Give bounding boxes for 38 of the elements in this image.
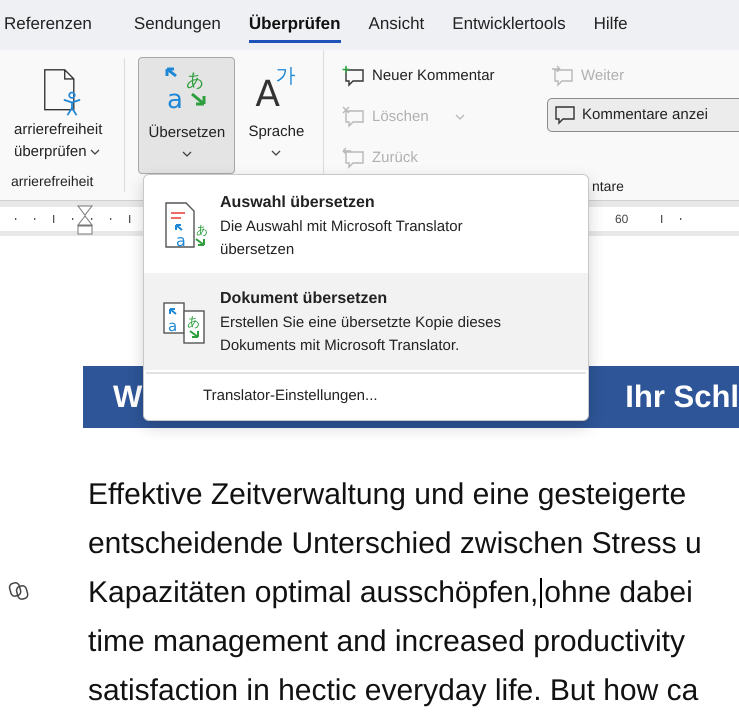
new-comment-icon xyxy=(342,65,366,87)
translate-button[interactable]: a あ Übersetzen xyxy=(138,57,236,174)
translator-settings-item[interactable]: Translator-Einstellungen... xyxy=(144,376,588,416)
chevron-icon xyxy=(182,150,192,156)
group-label: ntare xyxy=(592,177,624,196)
group-label: arrierefreiheit xyxy=(10,172,94,191)
menu-item[interactable]: a あ Auswahl übersetzen Die Auswahl mit Microsoft Translator übersetzen xyxy=(144,179,588,273)
paragraph-line: Kapazitäten optimal ausschöpfen, xyxy=(88,575,538,611)
ribbon-tab[interactable]: Ansicht xyxy=(368,7,424,43)
paragraph-line: satisfaction in hectic everyday life. But how ca xyxy=(88,673,698,709)
delete-comment-icon xyxy=(342,106,366,128)
ribbon-tab[interactable]: Entwicklertools xyxy=(452,7,566,43)
show-comments-button[interactable]: Kommentare anzei xyxy=(547,98,739,132)
previous-comment-icon xyxy=(342,147,366,169)
heading-text: Ihr Schl xyxy=(625,378,739,416)
ribbon-tab[interactable]: Hilfe xyxy=(594,7,628,43)
next-comment-icon xyxy=(551,65,575,87)
paragraph-line: ohne dabei xyxy=(544,575,693,611)
ribbon-tab[interactable]: Referenzen xyxy=(4,7,92,43)
ribbon-tab[interactable]: Sendungen xyxy=(134,7,221,43)
ribbon-tab[interactable]: Überprüfen xyxy=(248,7,340,43)
comment-icon xyxy=(554,105,576,125)
menu-item-title: Auswahl übersetzen xyxy=(220,193,376,213)
chevron-icon xyxy=(454,114,465,120)
menu-item-title: Dokument übersetzen xyxy=(220,289,388,309)
new-comment-button[interactable]: Neuer Kommentar xyxy=(342,64,547,88)
paragraph-line: entscheidende Unterschied zwischen Stress u xyxy=(88,526,702,562)
menu-item-description: Erstellen Sie eine übersetzte Kopie dieses Dokuments mit Microsoft Translator. xyxy=(220,313,502,356)
menu-item[interactable]: a あ Dokument übersetzen Erstellen Sie eine übersetzte Kopie dieses Dokuments mit Microsoft Translator. xyxy=(144,273,588,370)
paragraph-line: time management and increased productivity xyxy=(88,624,685,660)
menu-item-description: Die Auswahl mit Microsoft Translator übersetzen xyxy=(220,217,464,260)
chevron-icon xyxy=(271,150,282,156)
paragraph-line: Effektive Zeitverwaltung und eine gesteigerte xyxy=(88,477,686,513)
accessibility-check-button[interactable]: arrierefreiheit überprüfen xyxy=(14,119,102,163)
heading-text: W xyxy=(113,378,142,416)
ruler-label: 60 xyxy=(615,211,628,228)
chevron-icon xyxy=(90,149,100,155)
copilot-icon xyxy=(8,581,30,601)
